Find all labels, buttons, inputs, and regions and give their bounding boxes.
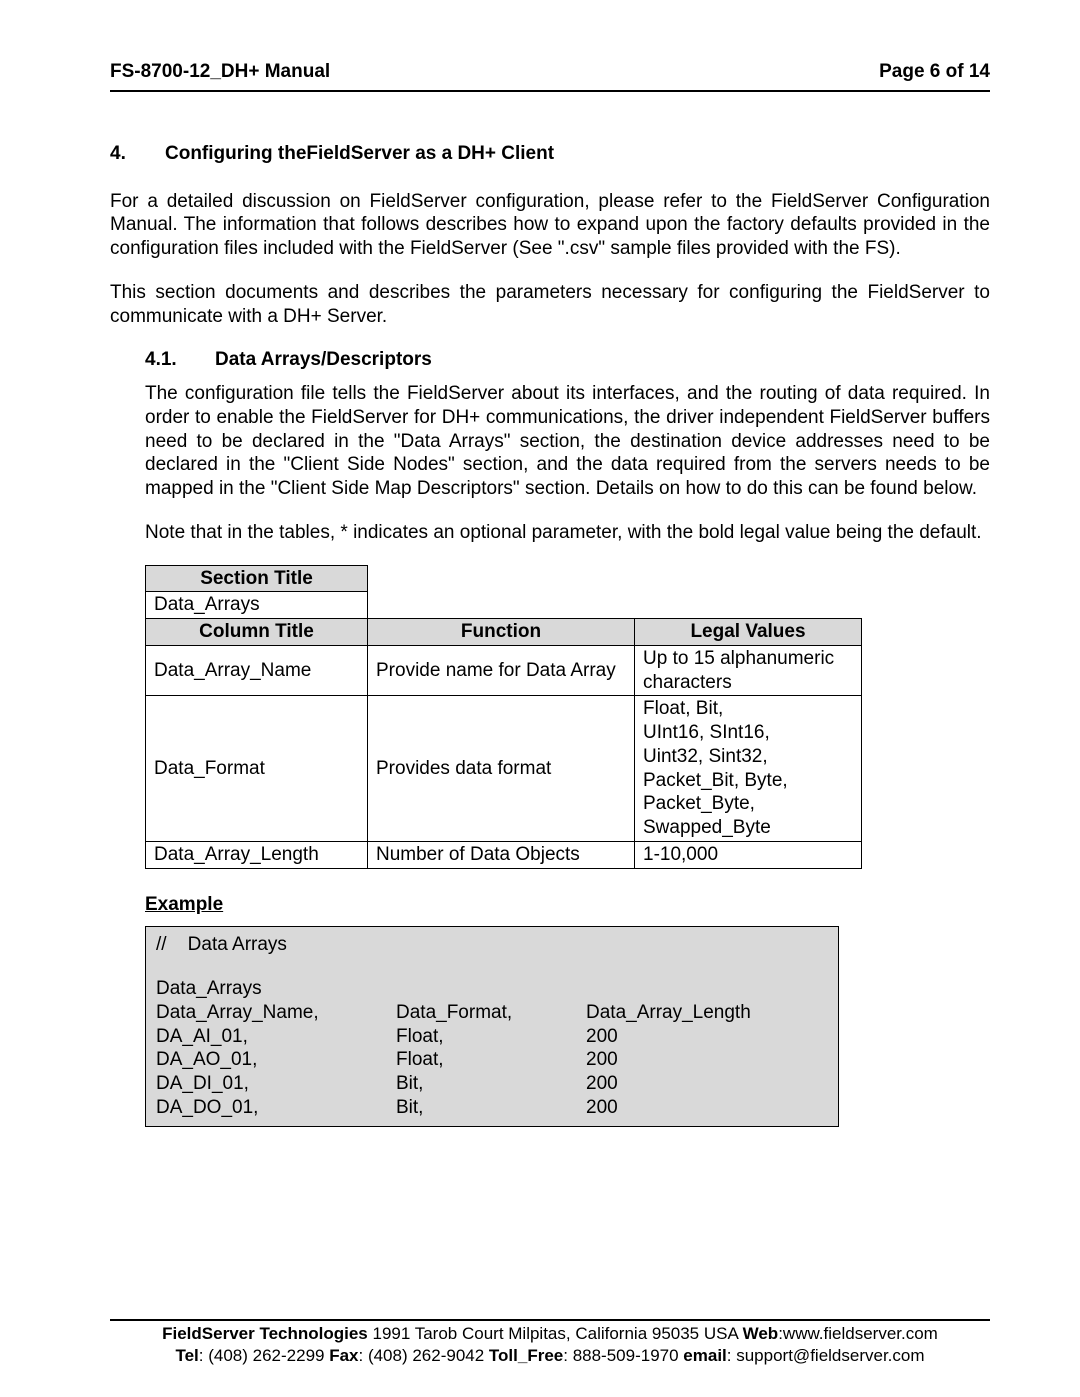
subsection-number: 4.1. xyxy=(145,348,215,372)
ex-cell: DA_DI_01, xyxy=(156,1072,396,1096)
example-data-row: DA_DO_01, Bit, 200 xyxy=(156,1096,828,1120)
subsection-title: Data Arrays/Descriptors xyxy=(215,348,432,372)
section-number: 4. xyxy=(110,142,165,166)
table-row: Data_Format Provides data format Float, … xyxy=(146,696,862,842)
footer-web: :www.fieldserver.com xyxy=(778,1324,938,1343)
cell: Provides data format xyxy=(368,696,635,842)
ex-cell: 200 xyxy=(586,1096,828,1120)
example-box: // Data Arrays Data_Arrays Data_Array_Na… xyxy=(145,926,839,1126)
cell: Data_Format xyxy=(146,696,368,842)
subsection-heading: 4.1. Data Arrays/Descriptors xyxy=(145,348,990,372)
footer-line-2: Tel: (408) 262-2299 Fax: (408) 262-9042 … xyxy=(110,1345,990,1367)
col-header-2: Function xyxy=(368,619,635,646)
cell: Float, Bit, UInt16, SInt16, Uint32, Sint… xyxy=(635,696,862,842)
section-title-header: Section Title xyxy=(146,565,368,592)
col-header-1: Column Title xyxy=(146,619,368,646)
ex-cell: Bit, xyxy=(396,1096,586,1120)
ex-cell: Float, xyxy=(396,1048,586,1072)
ex-col: Data_Array_Length xyxy=(586,1001,828,1025)
section-para-2: This section documents and describes the… xyxy=(110,281,990,329)
section-title: Configuring theFieldServer as a DH+ Clie… xyxy=(165,142,554,166)
example-data-row: DA_DI_01, Bit, 200 xyxy=(156,1072,828,1096)
footer-line-1: FieldServer Technologies 1991 Tarob Cour… xyxy=(110,1323,990,1345)
data-arrays-table: Section Title Data_Arrays Column Title F… xyxy=(145,565,862,869)
cell: Up to 15 alphanumeric characters xyxy=(635,645,862,696)
spacer xyxy=(156,957,828,977)
section-heading: 4. Configuring theFieldServer as a DH+ C… xyxy=(110,142,990,166)
footer-rule xyxy=(110,1319,990,1321)
example-col-row: Data_Array_Name, Data_Format, Data_Array… xyxy=(156,1001,828,1025)
ex-cell: 200 xyxy=(586,1072,828,1096)
table-row: Data_Arrays xyxy=(146,592,862,619)
table-row: Data_Array_Length Number of Data Objects… xyxy=(146,841,862,868)
footer-fax: : (408) 262-9042 xyxy=(359,1346,489,1365)
ex-cell: DA_AO_01, xyxy=(156,1048,396,1072)
footer-tel-label: Tel xyxy=(175,1346,198,1365)
col-header-3: Legal Values xyxy=(635,619,862,646)
example-header: Data_Arrays xyxy=(156,977,828,1001)
subsection-block: 4.1. Data Arrays/Descriptors The configu… xyxy=(145,348,990,1126)
ex-cell: Bit, xyxy=(396,1072,586,1096)
example-data-row: DA_AI_01, Float, 200 xyxy=(156,1025,828,1049)
ex-cell: DA_DO_01, xyxy=(156,1096,396,1120)
section-para-1: For a detailed discussion on FieldServer… xyxy=(110,190,990,261)
table-row: Data_Array_Name Provide name for Data Ar… xyxy=(146,645,862,696)
page-footer: FieldServer Technologies 1991 Tarob Cour… xyxy=(110,1319,990,1367)
footer-web-label: Web xyxy=(743,1324,779,1343)
cell: Provide name for Data Array xyxy=(368,645,635,696)
ex-cell: 200 xyxy=(586,1025,828,1049)
example-data-row: DA_AO_01, Float, 200 xyxy=(156,1048,828,1072)
cell: Data_Array_Length xyxy=(146,841,368,868)
footer-toll-label: Toll_Free xyxy=(489,1346,563,1365)
footer-company: FieldServer Technologies xyxy=(162,1324,368,1343)
footer-toll: : 888-509-1970 xyxy=(563,1346,683,1365)
section-title-value: Data_Arrays xyxy=(146,592,368,619)
footer-addr: 1991 Tarob Court Milpitas, California 95… xyxy=(368,1324,743,1343)
ex-cell: 200 xyxy=(586,1048,828,1072)
header-right: Page 6 of 14 xyxy=(879,60,990,84)
ex-cell: DA_AI_01, xyxy=(156,1025,396,1049)
footer-email: : support@fieldserver.com xyxy=(727,1346,925,1365)
header-left: FS-8700-12_DH+ Manual xyxy=(110,60,330,84)
ex-col: Data_Format, xyxy=(396,1001,586,1025)
example-label: Example xyxy=(145,893,990,917)
footer-fax-label: Fax xyxy=(329,1346,358,1365)
header-rule xyxy=(110,90,990,92)
ex-col: Data_Array_Name, xyxy=(156,1001,396,1025)
table-row: Column Title Function Legal Values xyxy=(146,619,862,646)
cell: 1-10,000 xyxy=(635,841,862,868)
subsection-para-1: The configuration file tells the FieldSe… xyxy=(145,382,990,501)
example-comment: // Data Arrays xyxy=(156,933,828,957)
page-header: FS-8700-12_DH+ Manual Page 6 of 14 xyxy=(110,60,990,84)
cell: Data_Array_Name xyxy=(146,645,368,696)
subsection-para-2: Note that in the tables, * indicates an … xyxy=(145,521,990,545)
cell: Number of Data Objects xyxy=(368,841,635,868)
page: FS-8700-12_DH+ Manual Page 6 of 14 4. Co… xyxy=(0,0,1080,1397)
footer-tel: : (408) 262-2299 xyxy=(199,1346,329,1365)
table-row: Section Title xyxy=(146,565,862,592)
ex-cell: Float, xyxy=(396,1025,586,1049)
footer-email-label: email xyxy=(683,1346,726,1365)
